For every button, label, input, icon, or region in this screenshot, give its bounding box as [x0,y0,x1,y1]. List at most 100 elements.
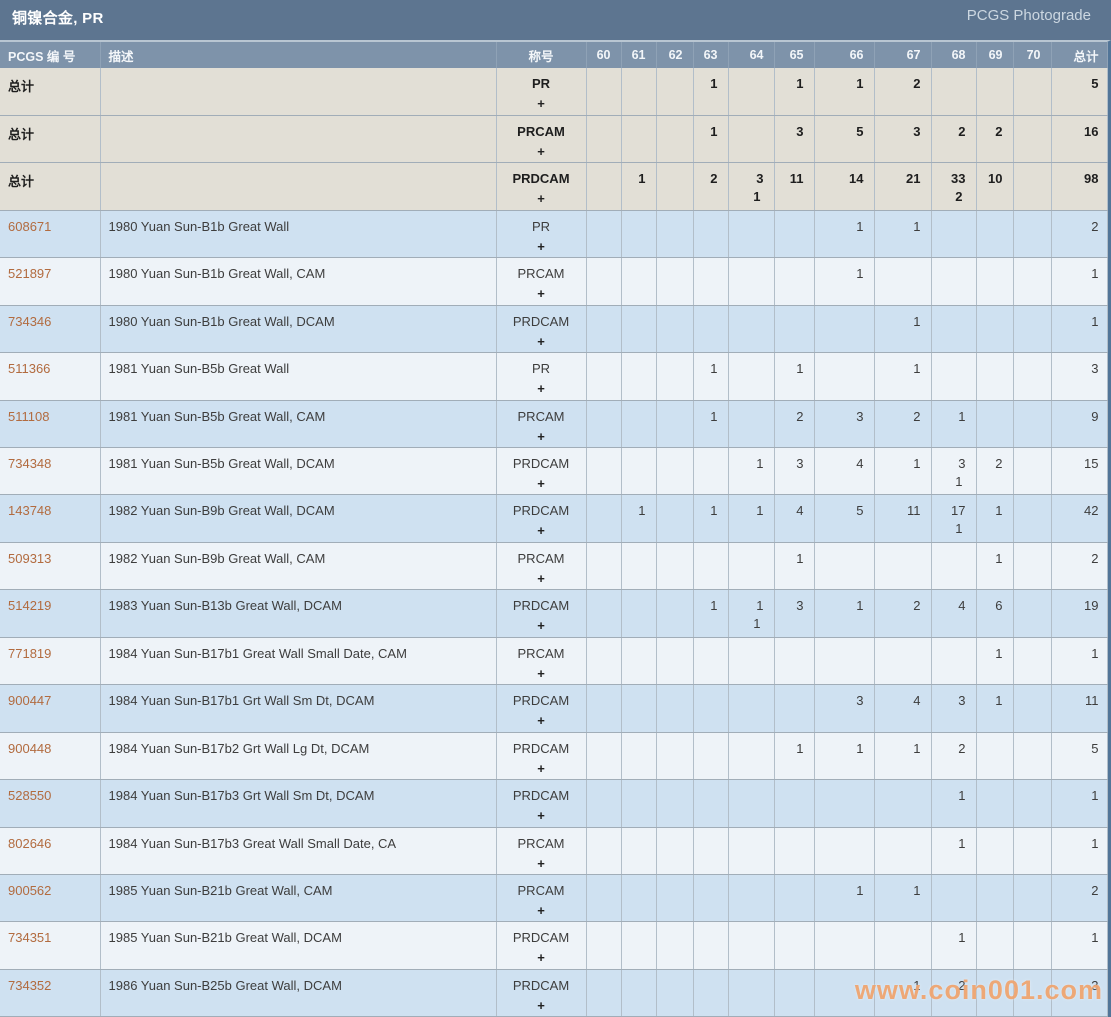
grade-63-cell: 2 [693,162,729,211]
grade-70-cell [1013,400,1052,449]
grade-60-cell [586,779,622,828]
pcgs-number-link[interactable]: 514219 [8,598,51,613]
designation-cell: PRDCAM + [496,779,587,828]
grade-70-cell [1013,257,1052,306]
pcgs-number-link[interactable]: 521897 [8,266,51,281]
grade-64-cell [728,684,775,733]
grade-66-cell [814,352,875,401]
description-cell [100,115,497,164]
grade-60-cell [586,400,622,449]
grade-65-cell: 4 [774,494,815,543]
grade-63-cell [693,637,729,686]
grade-60-cell [586,684,622,733]
pcgs-number-link[interactable]: 511108 [8,409,49,424]
col-header-61: 61 [621,42,657,68]
pcgs-number-link[interactable]: 734346 [8,314,51,329]
table-row: 900562 1985 Yuan Sun-B21b Great Wall, CAM… [0,874,1108,923]
pcgs-number-cell: 734351 [0,921,101,970]
grade-70-cell [1013,162,1052,211]
grade-65-cell [774,921,815,970]
grade-60-cell [586,542,622,591]
row-total-cell: 2 [1051,874,1108,923]
grade-68-cell: 2 [931,732,977,781]
table-row: 802646 1984 Yuan Sun-B17b3 Great Wall Sma… [0,827,1108,875]
grade-64-cell [728,257,775,306]
grade-62-cell [656,400,694,449]
table-row: 771819 1984 Yuan Sun-B17b1 Great Wall Sma… [0,637,1108,686]
col-header-67: 67 [874,42,932,68]
grade-67-cell: 1 [874,447,932,496]
pop-table-body: 总计 PR +1 1 1 2 5 总计 PRCAM +1 3 5 3 2 2 16 总计 PRDCAM +1 2 3 1 1… [0,68,1108,1017]
pcgs-number-link[interactable]: 734351 [8,930,51,945]
grade-64-cell [728,352,775,401]
grade-66-cell [814,969,875,1017]
grade-68-cell [931,68,977,116]
pcgs-number-link[interactable]: 900447 [8,693,51,708]
grade-68-cell: 2 [931,115,977,164]
grade-67-cell: 1 [874,305,932,354]
pcgs-number-link[interactable]: 771819 [8,646,51,661]
pcgs-number-cell: 802646 [0,827,101,875]
pcgs-number-link[interactable]: 509313 [8,551,51,566]
grade-70-cell [1013,352,1052,401]
grade-64-cell [728,305,775,354]
grade-66-cell: 5 [814,115,875,164]
grade-68-cell: 1 [931,921,977,970]
designation-cell: PRCAM + [496,827,587,875]
pcgs-number-link[interactable]: 734348 [8,456,51,471]
grade-61-cell: 1 [621,494,657,543]
population-table-wrap: PCGS 编 号 描述 称号 60 61 62 63 64 65 66 67 6… [0,40,1111,1017]
grade-61-cell [621,352,657,401]
total-row: 总计 PRCAM +1 3 5 3 2 2 16 [0,115,1108,164]
grade-62-cell [656,162,694,211]
grade-70-cell [1013,827,1052,875]
pcgs-number-link[interactable]: 900448 [8,741,51,756]
row-total-cell: 11 [1051,684,1108,733]
grade-62-cell [656,589,694,638]
row-total-cell: 1 [1051,779,1108,828]
grade-64-cell: 1 [728,494,775,543]
col-header-pcgs-number: PCGS 编 号 [0,42,101,68]
table-row: 528550 1984 Yuan Sun-B17b3 Grt Wall Sm Dt… [0,779,1108,828]
pcgs-number-link[interactable]: 143748 [8,503,51,518]
designation-cell: PR + [496,210,587,259]
grade-69-cell: 10 [976,162,1014,211]
pcgs-number-link[interactable]: 528550 [8,788,51,803]
grade-65-cell [774,305,815,354]
pcgs-number-link[interactable]: 511366 [8,361,50,376]
pcgs-photograde-link[interactable]: PCGS Photograde [967,7,1091,24]
description-cell: 1984 Yuan Sun-B17b1 Great Wall Small Dat… [100,637,497,686]
designation-cell: PR + [496,68,587,116]
grade-60-cell [586,162,622,211]
grade-61-cell: 1 [621,162,657,211]
grade-64-cell [728,921,775,970]
pcgs-number-cell: 511108 [0,400,101,449]
pcgs-number-cell: 521897 [0,257,101,306]
grade-65-cell: 3 [774,447,815,496]
grade-60-cell [586,257,622,306]
table-row: 521897 1980 Yuan Sun-B1b Great Wall, CAM P… [0,257,1108,306]
pcgs-number-link[interactable]: 802646 [8,836,51,851]
pcgs-number-link[interactable]: 900562 [8,883,51,898]
grade-62-cell [656,68,694,116]
col-header-68: 68 [931,42,977,68]
pcgs-number-cell: 734346 [0,305,101,354]
pcgs-number-link[interactable]: 734352 [8,978,51,993]
grade-67-cell [874,257,932,306]
grade-61-cell [621,257,657,306]
grade-61-cell [621,400,657,449]
pcgs-number-link[interactable]: 608671 [8,219,51,234]
grade-63-cell [693,732,729,781]
grade-68-cell: 1 [931,827,977,875]
grade-68-cell [931,305,977,354]
description-cell: 1984 Yuan Sun-B17b2 Grt Wall Lg Dt, DCAM [100,732,497,781]
description-cell: 1981 Yuan Sun-B5b Great Wall, CAM [100,400,497,449]
grade-68-cell: 4 [931,589,977,638]
grade-65-cell: 11 [774,162,815,211]
col-header-63: 63 [693,42,729,68]
grade-70-cell [1013,115,1052,164]
designation-cell: PRDCAM + [496,684,587,733]
grade-66-cell [814,779,875,828]
grade-61-cell [621,305,657,354]
header-row: PCGS 编 号 描述 称号 60 61 62 63 64 65 66 67 6… [0,42,1108,68]
